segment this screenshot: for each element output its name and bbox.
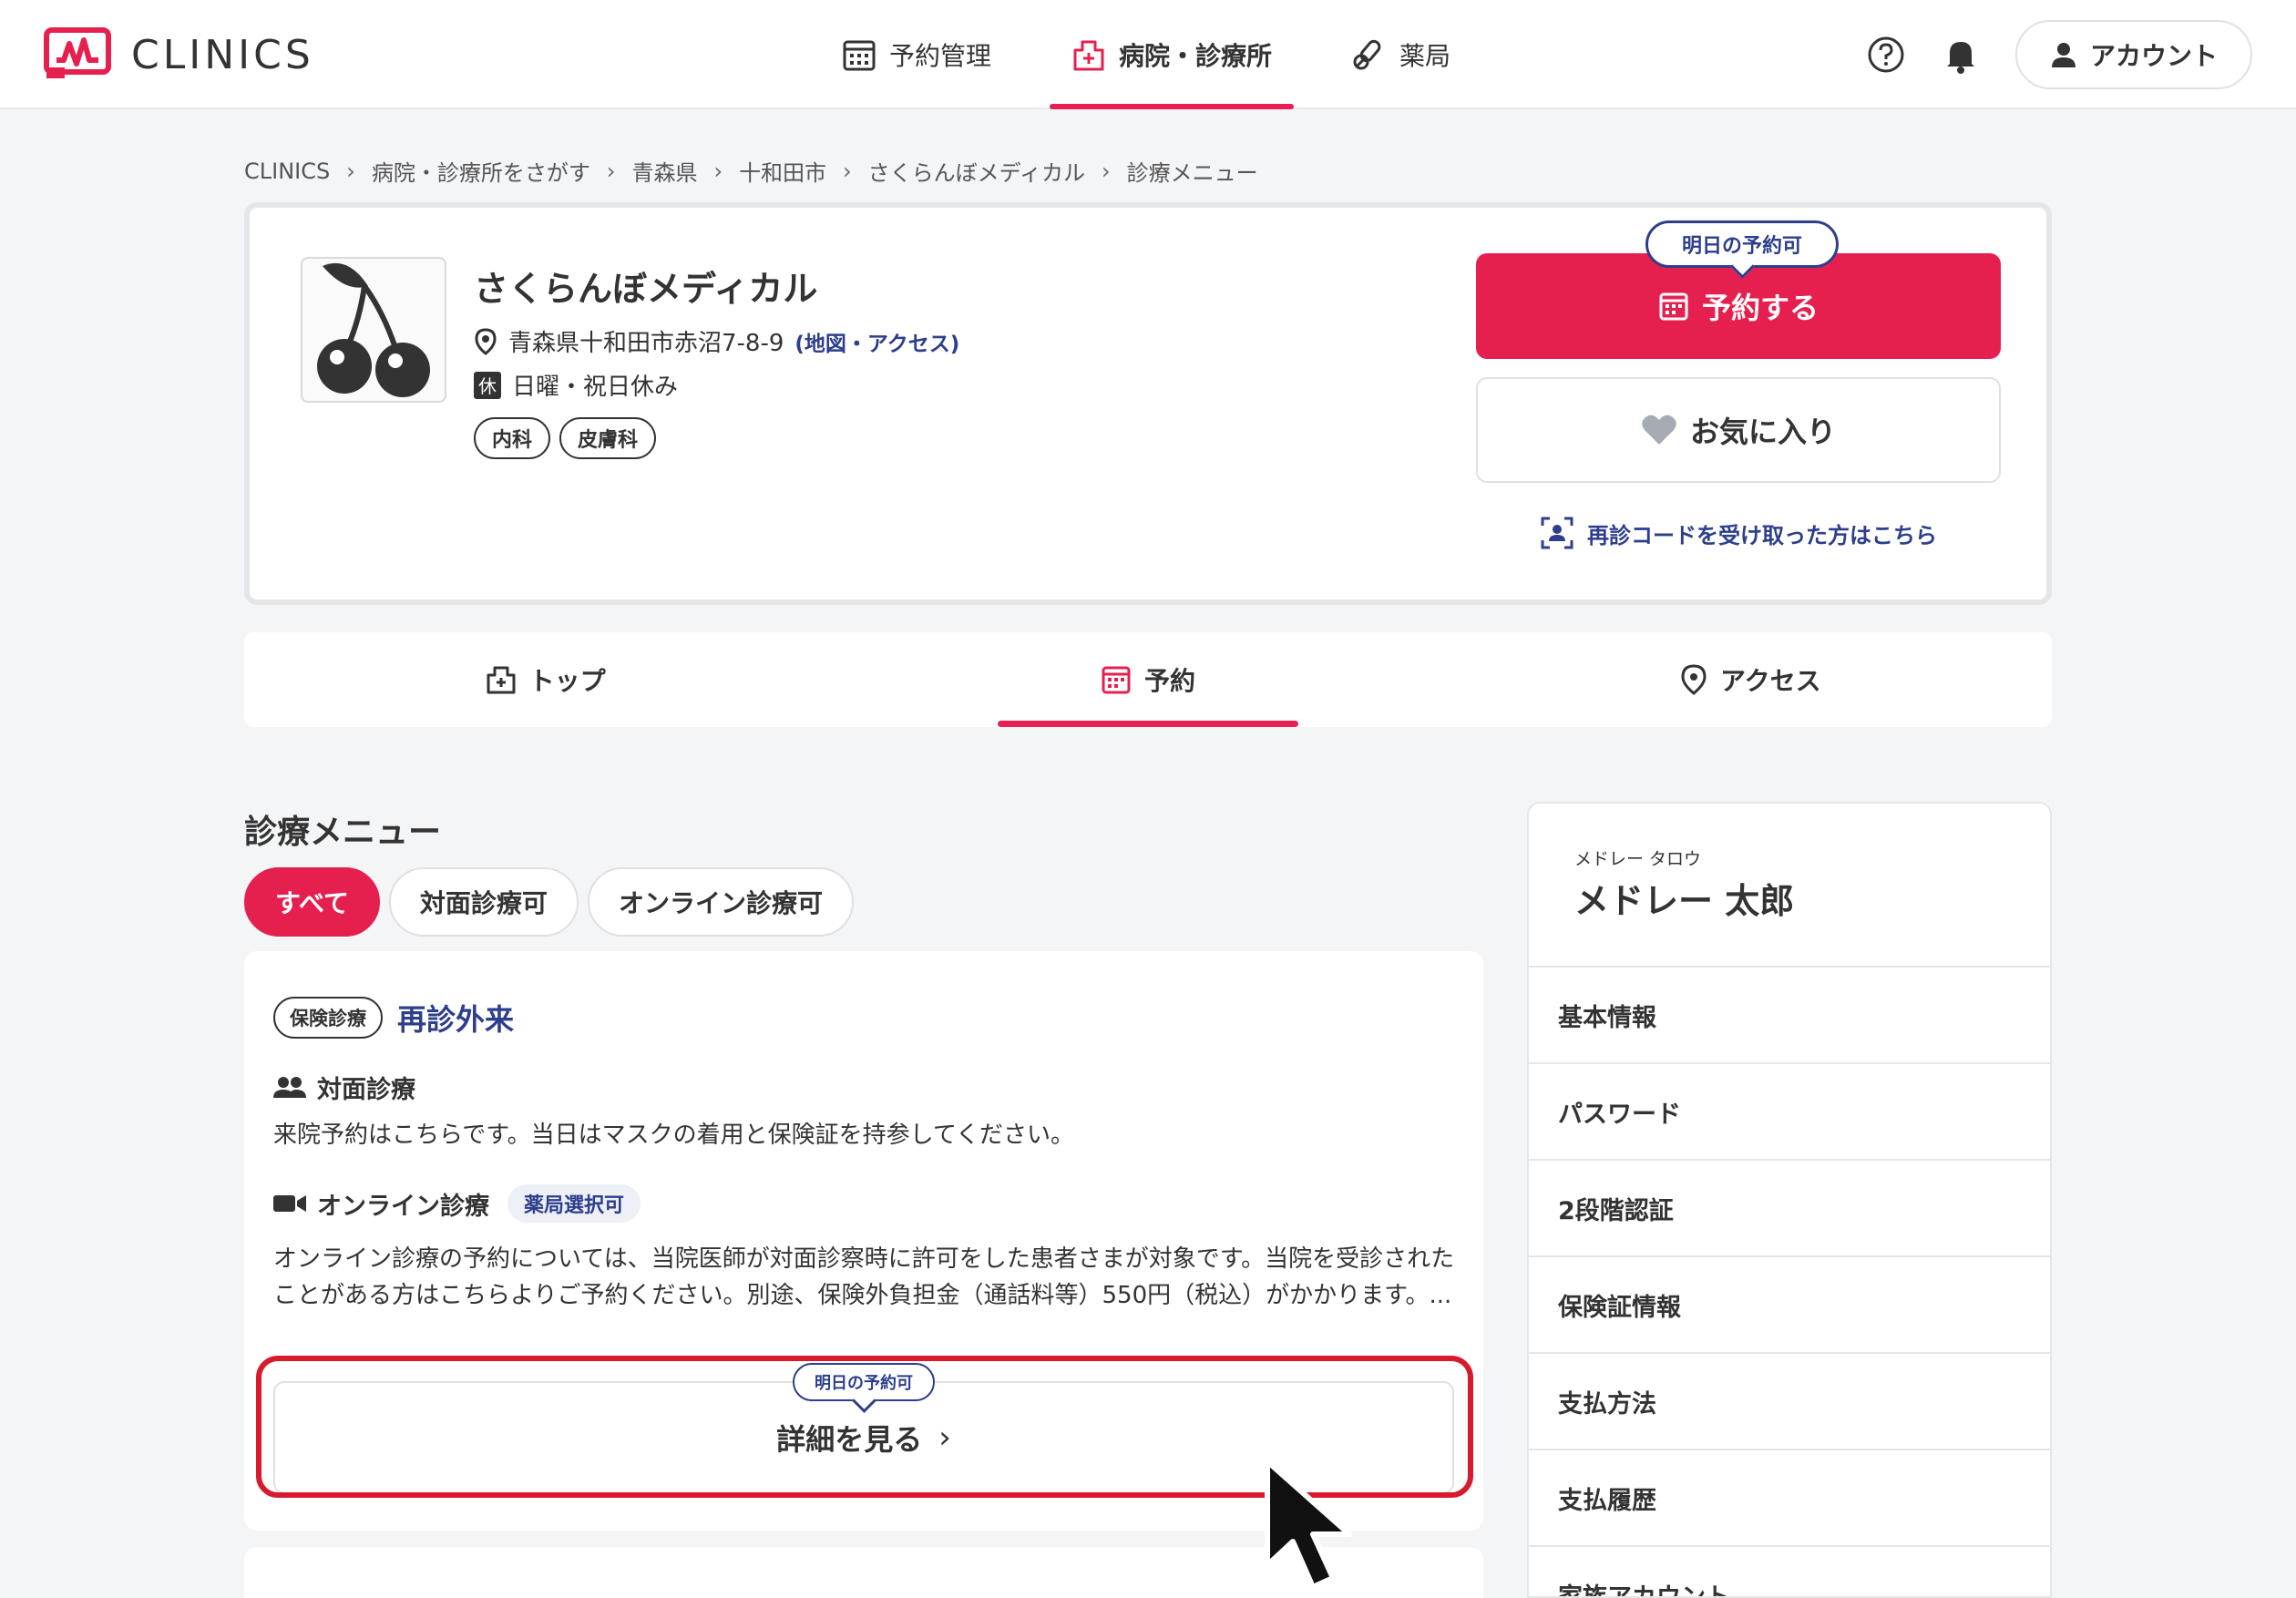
people-icon bbox=[273, 1076, 306, 1098]
user-icon bbox=[2051, 43, 2076, 67]
sidebar-item-family[interactable]: 家族アカウント bbox=[1529, 1545, 2050, 1596]
mouse-cursor-icon bbox=[1265, 1459, 1352, 1590]
insurance-badge: 保険診療 bbox=[273, 997, 383, 1039]
breadcrumb-item[interactable]: CLINICS bbox=[244, 159, 330, 184]
user-name-ruby: メドレー タロウ bbox=[1574, 849, 1702, 869]
chevron-right-icon: › bbox=[713, 158, 723, 184]
section-title: 診療メニュー bbox=[244, 814, 442, 851]
clinic-address-text: 青森県十和田市赤沼7-8-9 bbox=[508, 330, 784, 357]
bell-icon[interactable] bbox=[1941, 35, 1981, 75]
clinic-tabs: トップ 予約 アクセス bbox=[244, 632, 2052, 727]
chevron-right-icon: › bbox=[1102, 158, 1111, 184]
nav-reservations-label: 予約管理 bbox=[889, 41, 992, 71]
menu-card-header: 保険診療 再診外来 bbox=[273, 997, 514, 1039]
pharmacy-selectable-badge: 薬局選択可 bbox=[507, 1184, 641, 1223]
account-sidebar: メドレー タロウ メドレー 太郎 基本情報 パスワード 2段階認証 保険証情報 … bbox=[1527, 802, 2052, 1598]
nav-reservations[interactable]: 予約管理 bbox=[820, 0, 1013, 109]
sidebar-menu: 基本情報 パスワード 2段階認証 保険証情報 支払方法 支払履歴 家族アカウント bbox=[1529, 966, 2050, 1596]
in-person-description: 来院予約はこちらです。当日はマスクの着用と保険証を持参してください。 bbox=[273, 1122, 1075, 1149]
tab-access[interactable]: アクセス bbox=[1450, 632, 2052, 727]
revisit-code-label: 再診コードを受け取った方はこちら bbox=[1587, 522, 1937, 548]
nav-hospitals[interactable]: 病院・診療所 bbox=[1050, 0, 1295, 109]
breadcrumb-item[interactable]: 十和田市 bbox=[739, 155, 826, 187]
breadcrumb-item[interactable]: 病院・診療所をさがす bbox=[372, 155, 590, 187]
specialty-tag: 皮膚科 bbox=[559, 417, 657, 459]
online-row: オンライン診療 薬局選択可 bbox=[273, 1184, 641, 1223]
main-nav: 予約管理 病院・診療所 薬局 bbox=[820, 0, 1509, 109]
clinic-card: さくらんぼメディカル 青森県十和田市赤沼7-8-9 (地図・アクセス) 休 日曜… bbox=[244, 202, 2052, 605]
heart-icon bbox=[1642, 415, 1676, 445]
account-label: アカウント bbox=[2089, 41, 2218, 71]
calendar-icon bbox=[843, 40, 876, 71]
app-header: CLINICS 予約管理 病院・診療所 薬局 アカウント bbox=[0, 0, 2296, 109]
detail-availability-badge: 明日の予約可 bbox=[793, 1363, 935, 1401]
clinics-logo-icon bbox=[44, 27, 111, 78]
chevron-right-icon: › bbox=[843, 158, 852, 184]
nav-pharmacy[interactable]: 薬局 bbox=[1330, 0, 1472, 109]
header-actions: アカウント bbox=[1866, 20, 2252, 89]
revisit-code-link[interactable]: 再診コードを受け取った方はこちら bbox=[1476, 516, 2001, 550]
menu-title-link[interactable]: 再診外来 bbox=[397, 997, 514, 1039]
sidebar-item-2fa[interactable]: 2段階認証 bbox=[1529, 1159, 2050, 1255]
filter-in-person[interactable]: 対面診療可 bbox=[388, 867, 579, 937]
menu-card: 保険診療 再診外来 対面診療 来院予約はこちらです。当日はマスクの着用と保険証を… bbox=[244, 951, 1483, 1531]
tab-top[interactable]: トップ bbox=[244, 632, 846, 727]
hospital-icon bbox=[1073, 40, 1104, 71]
account-button[interactable]: アカウント bbox=[2014, 20, 2252, 89]
clinic-logo-image bbox=[301, 257, 446, 403]
specialty-tags: 内科 皮膚科 bbox=[474, 417, 657, 459]
tab-access-label: アクセス bbox=[1720, 666, 1821, 696]
logo-text: CLINICS bbox=[131, 31, 314, 78]
breadcrumb-item[interactable]: さくらんぼメディカル bbox=[868, 155, 1085, 187]
tab-reservation-label: 予約 bbox=[1143, 666, 1195, 696]
location-pin-icon bbox=[475, 327, 497, 355]
location-pin-icon bbox=[1681, 664, 1707, 695]
user-name: メドレー 太郎 bbox=[1574, 881, 1795, 921]
view-details-label: 詳細を見る bbox=[776, 1422, 923, 1457]
online-label: オンライン診療 bbox=[317, 1192, 489, 1221]
chevron-right-icon: › bbox=[606, 158, 616, 184]
favorite-label: お気に入り bbox=[1689, 415, 1836, 449]
menu-filters: すべて 対面診療可 オンライン診療可 bbox=[244, 867, 854, 937]
sidebar-item-basic-info[interactable]: 基本情報 bbox=[1529, 966, 2050, 1062]
specialty-tag: 内科 bbox=[474, 417, 551, 459]
holiday-text: 日曜・祝日休み bbox=[512, 374, 679, 401]
sidebar-item-password[interactable]: パスワード bbox=[1529, 1062, 2050, 1159]
tab-reservation[interactable]: 予約 bbox=[846, 632, 1449, 727]
filter-all[interactable]: すべて bbox=[244, 867, 380, 937]
breadcrumb-current: 診療メニュー bbox=[1126, 160, 1258, 186]
map-access-link[interactable]: (地図・アクセス) bbox=[794, 326, 959, 357]
clinic-name: さくらんぼメディカル bbox=[474, 269, 818, 309]
calendar-icon bbox=[1102, 666, 1131, 694]
hospital-icon bbox=[487, 666, 516, 694]
video-camera-icon bbox=[273, 1195, 306, 1212]
in-person-label: 対面診療 bbox=[317, 1076, 415, 1104]
filter-online[interactable]: オンライン診療可 bbox=[587, 867, 854, 937]
breadcrumb: CLINICS › 病院・診療所をさがす › 青森県 › 十和田市 › さくらんぼメディ… bbox=[244, 155, 1258, 187]
tab-top-label: トップ bbox=[528, 666, 606, 696]
favorite-button[interactable]: お気に入り bbox=[1476, 377, 2001, 483]
nav-hospitals-label: 病院・診療所 bbox=[1119, 41, 1273, 71]
help-icon[interactable] bbox=[1866, 35, 1906, 75]
breadcrumb-item[interactable]: 青森県 bbox=[631, 155, 697, 187]
chevron-right-icon: › bbox=[938, 1419, 951, 1456]
nav-pharmacy-label: 薬局 bbox=[1399, 41, 1451, 71]
scan-person-icon bbox=[1541, 517, 1573, 549]
clinic-holiday: 休 日曜・祝日休み bbox=[474, 368, 678, 402]
holiday-badge: 休 bbox=[474, 371, 501, 399]
online-description: オンライン診療の予約については、当院医師が対面診察時に許可をした患者さまが対象で… bbox=[273, 1245, 1455, 1309]
calendar-icon bbox=[1659, 292, 1688, 321]
pills-icon bbox=[1353, 39, 1381, 70]
clinic-address: 青森県十和田市赤沼7-8-9 (地図・アクセス) bbox=[474, 324, 959, 358]
sidebar-item-payment-method[interactable]: 支払方法 bbox=[1529, 1352, 2050, 1449]
chevron-right-icon: › bbox=[346, 158, 355, 184]
clinics-logo[interactable]: CLINICS bbox=[44, 27, 314, 82]
sidebar-item-insurance[interactable]: 保険証情報 bbox=[1529, 1255, 2050, 1352]
cherry-icon bbox=[317, 262, 430, 397]
sidebar-item-payment-history[interactable]: 支払履歴 bbox=[1529, 1449, 2050, 1545]
reserve-availability-badge: 明日の予約可 bbox=[1645, 220, 1839, 268]
reserve-label: 予約する bbox=[1701, 291, 1819, 325]
in-person-row: 対面診療 bbox=[273, 1070, 415, 1105]
